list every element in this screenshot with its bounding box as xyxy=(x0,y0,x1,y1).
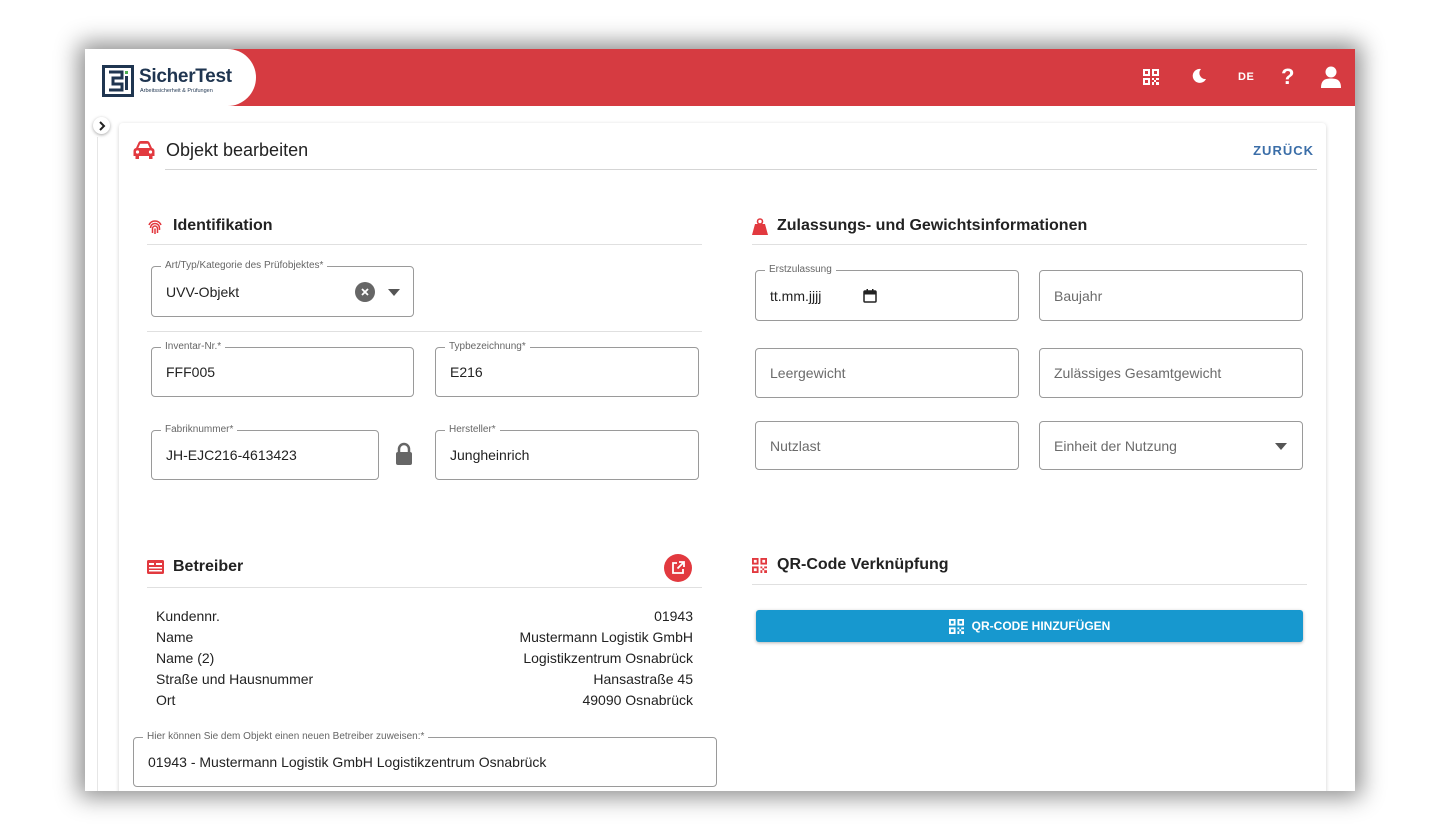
user-icon[interactable] xyxy=(1321,66,1341,88)
chevron-down-icon[interactable] xyxy=(1275,443,1287,450)
section-divider xyxy=(752,244,1307,245)
calendar-icon[interactable] xyxy=(863,289,877,303)
field-label: Typbezeichnung* xyxy=(445,341,530,352)
row-key: Kundennr. xyxy=(156,608,220,624)
section-title-identification: Identifikation xyxy=(173,217,273,234)
first-registration-field[interactable]: Erstzulassung tt.mm.jjjj xyxy=(755,264,1019,321)
field-label: Erstzulassung xyxy=(765,264,836,275)
external-link-icon xyxy=(672,561,685,574)
sidebar-toggle[interactable] xyxy=(93,117,110,134)
edit-object-card: Objekt bearbeiten ZURÜCK Identifikation … xyxy=(119,123,1326,791)
inventory-number-field[interactable]: Inventar-Nr.* FFF005 xyxy=(151,341,414,397)
section-title-operator: Betreiber xyxy=(173,558,244,575)
type-designation-field[interactable]: Typbezeichnung* E216 xyxy=(435,341,699,397)
field-label: Fabriknummer* xyxy=(161,424,238,435)
field-placeholder: Nutzlast xyxy=(770,438,821,454)
open-operator-button[interactable] xyxy=(664,554,692,582)
id-card-icon xyxy=(147,560,164,574)
field-value: tt.mm.jjjj xyxy=(770,288,822,304)
section-divider xyxy=(147,587,702,588)
row-key: Ort xyxy=(156,692,176,708)
row-key: Name xyxy=(156,629,194,645)
year-built-field[interactable]: Baujahr xyxy=(1039,270,1303,321)
section-title-registration: Zulassungs- und Gewichtsinformationen xyxy=(777,217,1088,234)
chevron-right-icon xyxy=(98,120,105,131)
top-bar: SicherTest Arbeitssicherheit & Prüfungen… xyxy=(85,49,1355,106)
app-window: SicherTest Arbeitssicherheit & Prüfungen… xyxy=(85,49,1355,791)
section-title-qr: QR-Code Verknüpfung xyxy=(777,556,949,573)
moon-icon[interactable] xyxy=(1191,68,1207,84)
fingerprint-icon xyxy=(148,220,162,234)
usage-unit-select[interactable]: Einheit der Nutzung xyxy=(1039,421,1303,470)
row-key: Straße und Hausnummer xyxy=(156,671,314,687)
field-value: JH-EJC216-4613423 xyxy=(166,447,297,463)
field-label: Hersteller* xyxy=(445,424,500,435)
add-qr-code-label: QR-CODE HINZUFÜGEN xyxy=(971,619,1111,633)
qr-code-icon[interactable] xyxy=(1143,69,1159,85)
field-value: 01943 - Mustermann Logistik GmbH Logisti… xyxy=(148,754,547,770)
gross-weight-field[interactable]: Zulässiges Gesamtgewicht xyxy=(1039,348,1303,398)
sidebar-edge xyxy=(97,137,98,791)
brand-name: SicherTest xyxy=(139,66,232,87)
back-button[interactable]: ZURÜCK xyxy=(1253,143,1314,158)
title-divider xyxy=(165,169,1317,170)
manufacturer-field[interactable]: Hersteller* Jungheinrich xyxy=(435,424,699,480)
weight-icon xyxy=(752,218,768,235)
language-selector[interactable]: DE xyxy=(1238,71,1254,83)
empty-weight-field[interactable]: Leergewicht xyxy=(755,348,1019,398)
field-value: UVV-Objekt xyxy=(166,284,240,300)
chevron-down-icon[interactable] xyxy=(388,289,400,296)
page-title: Objekt bearbeiten xyxy=(166,140,309,160)
field-label: Hier können Sie dem Objekt einen neuen B… xyxy=(143,731,429,742)
section-divider xyxy=(752,584,1307,585)
serial-number-field[interactable]: Fabriknummer* JH-EJC216-4613423 xyxy=(151,424,379,480)
field-label: Art/Typ/Kategorie des Prüfobjektes* xyxy=(161,260,328,271)
assign-operator-field[interactable]: Hier können Sie dem Objekt einen neuen B… xyxy=(133,731,717,787)
help-icon[interactable]: ? xyxy=(1281,66,1294,88)
row-value: 01943 xyxy=(654,608,693,624)
car-icon xyxy=(133,141,155,159)
category-select[interactable]: Art/Typ/Kategorie des Prüfobjektes* UVV-… xyxy=(151,260,414,317)
field-label: Inventar-Nr.* xyxy=(161,341,226,352)
row-value: 49090 Osnabrück xyxy=(582,692,693,708)
logo[interactable]: SicherTest Arbeitssicherheit & Prüfungen xyxy=(85,49,256,106)
field-value: E216 xyxy=(450,364,483,380)
qr-code-icon xyxy=(948,618,964,634)
field-placeholder: Einheit der Nutzung xyxy=(1054,438,1177,454)
row-value: Hansastraße 45 xyxy=(593,671,693,687)
row-value: Logistikzentrum Osnabrück xyxy=(523,650,693,666)
section-divider xyxy=(147,244,702,245)
clear-icon[interactable] xyxy=(355,282,375,302)
field-placeholder: Zulässiges Gesamtgewicht xyxy=(1054,365,1222,381)
logo-icon xyxy=(102,65,134,97)
brand-tagline: Arbeitssicherheit & Prüfungen xyxy=(140,88,213,94)
field-placeholder: Leergewicht xyxy=(770,365,846,381)
field-value: FFF005 xyxy=(166,364,216,380)
field-value: Jungheinrich xyxy=(450,447,530,463)
qr-code-icon xyxy=(752,558,767,573)
payload-field[interactable]: Nutzlast xyxy=(755,421,1019,470)
lock-icon xyxy=(396,442,412,465)
field-divider xyxy=(147,331,702,332)
row-key: Name (2) xyxy=(156,650,215,666)
add-qr-code-button[interactable]: QR-CODE HINZUFÜGEN xyxy=(756,610,1303,642)
row-value: Mustermann Logistik GmbH xyxy=(519,629,693,645)
field-placeholder: Baujahr xyxy=(1054,288,1103,304)
